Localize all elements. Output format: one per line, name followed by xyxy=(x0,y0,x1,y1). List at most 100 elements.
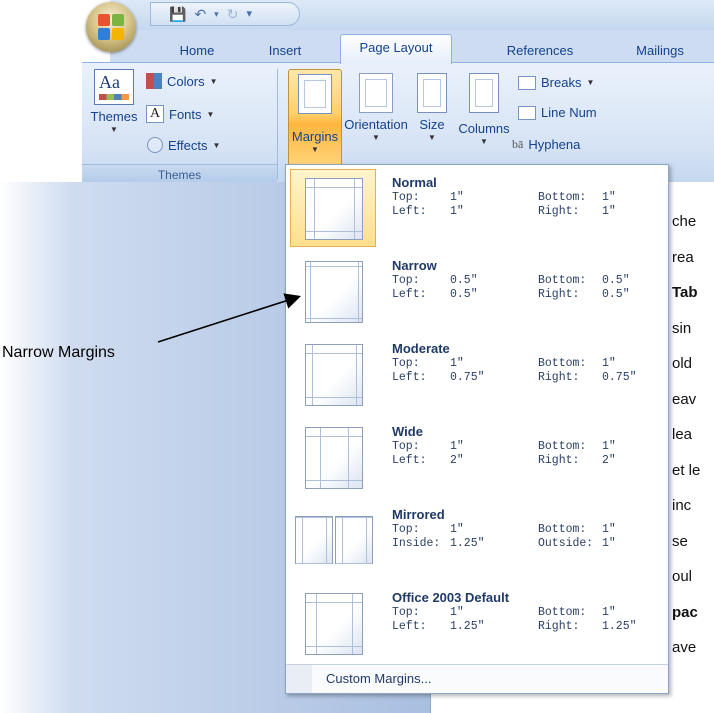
orientation-icon xyxy=(359,73,393,113)
effects-icon xyxy=(147,137,163,153)
margins-option-narrow[interactable]: Narrow Top: 0.5" Bottom: 0.5" Left: 0.5" Right:… xyxy=(288,252,666,332)
chevron-down-icon: ▼ xyxy=(372,133,380,142)
margin-guide xyxy=(306,353,362,354)
page-thumbnail-icon xyxy=(305,261,363,323)
tab-mailings[interactable]: Mailings xyxy=(620,40,700,62)
document-text-fragment: Tab xyxy=(672,284,698,301)
tab-page-layout[interactable]: Page Layout xyxy=(340,34,452,64)
tab-references[interactable]: References xyxy=(492,40,588,62)
margin-value: Top: xyxy=(392,606,420,619)
document-text-fragment: oul xyxy=(672,568,693,585)
hyphenation-button[interactable]: bā Hyphena xyxy=(512,137,580,152)
margin-value: Bottom: xyxy=(538,440,587,453)
size-button[interactable]: Size ▼ xyxy=(412,69,452,142)
margins-button-label-wrap: Margins ▼ xyxy=(286,125,344,154)
undo-icon[interactable]: ↶ xyxy=(194,7,206,21)
margins-option-name: Office 2003 Default xyxy=(392,590,510,605)
margin-value: 0.75" xyxy=(602,371,637,384)
ribbon-tab-bar: Home Insert Page Layout References Maili… xyxy=(110,30,714,64)
margin-value: 1" xyxy=(450,191,464,204)
save-icon[interactable]: 💾 xyxy=(169,7,186,21)
margins-option-mirrored[interactable]: Mirrored Top: 1" Bottom: 1" Inside: 1.25" Outsi… xyxy=(288,501,666,581)
tab-home[interactable]: Home xyxy=(172,40,222,62)
margin-value: Bottom: xyxy=(538,357,587,370)
custom-margins-item[interactable]: Custom Margins... xyxy=(286,664,668,693)
fonts-button[interactable]: A Fonts ▼ xyxy=(146,105,214,123)
document-text-fragment: ave xyxy=(672,639,697,656)
margin-value: 1.25" xyxy=(602,620,637,633)
margin-guide xyxy=(306,480,362,481)
margin-guide xyxy=(336,563,372,564)
page-thumbnail-icon xyxy=(335,516,373,564)
undo-dropdown-icon[interactable]: ▾ xyxy=(214,9,219,19)
margins-option-moderate[interactable]: Moderate Top: 1" Bottom: 1" Left: 0.75" Right: 0… xyxy=(288,335,666,415)
margin-guide xyxy=(314,179,315,239)
margins-thumbnail xyxy=(290,584,376,662)
margin-guide xyxy=(342,517,343,563)
margin-guide xyxy=(306,266,362,267)
margins-option-office-2003-default[interactable]: Office 2003 Default Top: 1" Bottom: 1" Left: 1… xyxy=(288,584,666,664)
tab-insert[interactable]: Insert xyxy=(260,40,310,62)
themes-icon: Aa xyxy=(94,69,134,105)
group-divider xyxy=(277,69,278,179)
margin-value: 1" xyxy=(602,440,616,453)
effects-label: Effects xyxy=(168,137,208,153)
title-bar: 💾 ↶ ▾ ↻ ▾ xyxy=(110,0,714,31)
margins-option-name: Normal xyxy=(392,175,437,190)
margins-option-name: Moderate xyxy=(392,341,450,356)
document-text-fragment: sin xyxy=(672,319,692,337)
margin-value: 2" xyxy=(602,454,616,467)
margin-value: Top: xyxy=(392,274,420,287)
margin-guide xyxy=(306,436,362,437)
line-numbers-icon xyxy=(518,105,536,120)
margin-value: Right: xyxy=(538,371,580,384)
page-thumbnail-icon xyxy=(305,344,363,406)
margin-value: Left: xyxy=(392,205,427,218)
margins-option-wide[interactable]: Wide Top: 1" Bottom: 1" Left: 2" Right: 2" xyxy=(288,418,666,498)
margin-guide xyxy=(306,397,362,398)
colors-button[interactable]: Colors ▼ xyxy=(146,73,218,89)
redo-icon[interactable]: ↻ xyxy=(227,7,239,21)
margins-label: Margins xyxy=(291,129,339,144)
margin-value: Left: xyxy=(392,288,427,301)
customize-icon[interactable]: ▾ xyxy=(246,8,252,20)
document-text-fragment: rea xyxy=(672,248,694,266)
document-text-fragment: et le xyxy=(672,461,701,479)
columns-button[interactable]: Columns ▼ xyxy=(454,69,514,146)
chevron-down-icon: ▼ xyxy=(212,140,221,150)
page-thumbnail-icon xyxy=(305,593,363,655)
margin-guide xyxy=(306,602,362,603)
breaks-button[interactable]: Breaks ▼ xyxy=(518,75,594,90)
margin-value: 0.5" xyxy=(450,274,478,287)
columns-icon xyxy=(469,73,499,113)
fonts-label: Fonts xyxy=(169,106,202,122)
margin-value: 1" xyxy=(602,523,616,536)
page-thumbnail-icon xyxy=(305,178,363,240)
custom-margins-label: Custom Margins... xyxy=(326,671,432,686)
margin-guide xyxy=(302,517,303,563)
effects-button[interactable]: Effects ▼ xyxy=(147,137,220,153)
margins-option-normal[interactable]: Normal Top: 1" Bottom: 1" Left: 1" Right: 1" xyxy=(288,169,666,249)
margin-guide xyxy=(356,345,357,405)
margins-icon xyxy=(298,74,332,114)
themes-group-footer: Themes xyxy=(82,164,277,183)
margin-value: 1" xyxy=(450,205,464,218)
margins-button[interactable] xyxy=(288,69,342,169)
margin-value: Left: xyxy=(392,454,427,467)
chevron-down-icon: ▼ xyxy=(480,137,488,146)
line-numbers-button[interactable]: Line Num xyxy=(518,105,597,120)
margin-guide xyxy=(366,517,367,563)
margin-value: Inside: xyxy=(392,537,441,550)
size-label: Size xyxy=(419,117,445,132)
page-thumbnail-icon xyxy=(295,516,333,564)
margin-value: Right: xyxy=(538,205,580,218)
margins-thumbnail xyxy=(290,418,376,496)
margin-value: Outside: xyxy=(538,537,594,550)
chevron-down-icon: ▼ xyxy=(206,109,215,119)
document-text-fragment: se xyxy=(672,532,688,550)
orientation-button[interactable]: Orientation ▼ xyxy=(340,69,412,142)
office-button[interactable] xyxy=(86,2,136,52)
margin-value: 1" xyxy=(450,440,464,453)
margin-guide xyxy=(358,262,359,322)
themes-button[interactable]: Aa Themes ▼ xyxy=(86,69,142,134)
